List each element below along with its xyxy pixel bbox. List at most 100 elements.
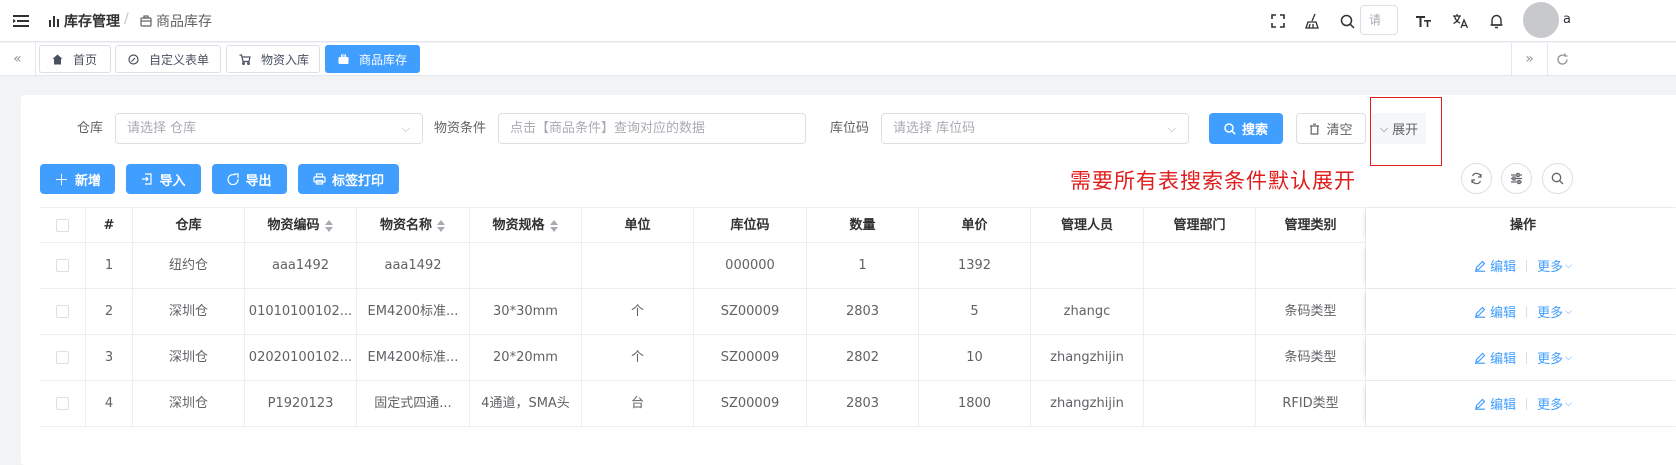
sort-icon[interactable]	[324, 219, 334, 232]
import-button[interactable]: 导入	[126, 164, 201, 194]
search-button[interactable]: 搜索	[1209, 113, 1283, 144]
export-button[interactable]: 导出	[212, 164, 287, 194]
more-action[interactable]: 更多 ⌵	[1537, 394, 1572, 413]
more-action[interactable]: 更多 ⌵	[1537, 302, 1572, 321]
chevron-down-icon: ⌵	[1565, 260, 1572, 271]
row-checkbox[interactable]	[56, 351, 69, 364]
refresh-table-button[interactable]	[1461, 163, 1492, 194]
import-icon	[142, 173, 153, 185]
annotation-highlight-box	[1370, 97, 1442, 166]
edit-action[interactable]: 编辑	[1474, 256, 1516, 275]
bell-icon[interactable]	[1486, 11, 1506, 31]
search-icon[interactable]	[1337, 11, 1357, 31]
action-divider	[1526, 351, 1528, 364]
table-row[interactable]: 1 纽约仓 aaa1492 aaa1492 000000 1 1392 编辑 更多 ⌵	[40, 243, 1676, 289]
trash-icon	[1310, 123, 1320, 135]
col-header-label: 物资规格	[492, 218, 545, 233]
broom-icon[interactable]	[1303, 11, 1323, 31]
refresh-tabs-icon[interactable]	[1547, 43, 1577, 75]
username[interactable]: a	[1563, 12, 1571, 27]
col-header-code[interactable]: 物资编码	[245, 208, 357, 243]
edit-action[interactable]: 编辑	[1474, 348, 1516, 367]
header-search-input[interactable]: 请	[1360, 5, 1398, 35]
search-icon	[1224, 122, 1236, 135]
cell-spec	[470, 243, 582, 288]
toggle-search-button[interactable]	[1542, 163, 1573, 194]
location-select[interactable]: 请选择 库位码 ⌵	[881, 113, 1189, 144]
edit-icon	[1475, 398, 1486, 410]
cell-index: 3	[86, 335, 133, 380]
sort-icon[interactable]	[549, 219, 559, 232]
col-header-manager: 管理人员	[1031, 208, 1144, 243]
more-label: 更多	[1537, 306, 1564, 321]
chevron-down-icon: ⌵	[1565, 306, 1572, 317]
edit-icon	[1475, 352, 1486, 364]
add-button[interactable]: ＋ 新增	[40, 164, 115, 194]
edit-label: 编辑	[1490, 398, 1517, 413]
material-condition-input[interactable]: 点击【商品条件】查询对应的数据	[498, 113, 806, 144]
fullscreen-icon[interactable]	[1268, 11, 1288, 31]
table-row[interactable]: 3 深圳仓 02020100102... EM4200标准... 20*20mm 个 SZ0…	[40, 335, 1676, 381]
row-checkbox[interactable]	[56, 305, 69, 318]
material-placeholder: 点击【商品条件】查询对应的数据	[510, 121, 706, 136]
font-size-icon[interactable]	[1414, 11, 1434, 31]
col-header-actions: 操作	[1366, 208, 1676, 243]
table-row[interactable]: 2 深圳仓 01010100102... EM4200标准... 30*30mm 个 SZ0…	[40, 289, 1676, 335]
translate-icon[interactable]	[1450, 11, 1470, 31]
cell-code: aaa1492	[245, 243, 357, 288]
row-checkbox[interactable]	[56, 397, 69, 410]
edit-action[interactable]: 编辑	[1474, 302, 1516, 321]
sort-icon[interactable]	[436, 219, 446, 232]
warehouse-label: 仓库	[77, 121, 104, 136]
tabs-scroll-right-icon[interactable]: »	[1511, 43, 1547, 75]
cell-warehouse: 纽约仓	[133, 243, 245, 288]
print-label-button[interactable]: 标签打印	[298, 164, 399, 194]
tab-product-inventory[interactable]: 商品库存	[325, 45, 420, 73]
edit-icon	[1475, 260, 1486, 272]
more-action[interactable]: 更多 ⌵	[1537, 348, 1572, 367]
tab-label: 自定义表单	[149, 52, 210, 67]
cell-quantity: 2802	[807, 335, 919, 380]
tab-label: 商品库存	[359, 52, 408, 67]
cell-department	[1144, 335, 1256, 380]
table-row[interactable]: 4 深圳仓 P1920123 固定式四通... 4通道，SMA头台 SZ00009 2803…	[40, 381, 1676, 427]
search-icon	[1551, 172, 1564, 185]
top-header: 库存管理 / 商品库存 请 a	[0, 0, 1676, 42]
export-button-label: 导出	[245, 173, 272, 189]
home-icon	[52, 54, 63, 64]
col-header-spec[interactable]: 物资规格	[470, 208, 582, 243]
edit-action[interactable]: 编辑	[1474, 394, 1516, 413]
avatar[interactable]	[1523, 2, 1559, 38]
col-header-name[interactable]: 物资名称	[357, 208, 470, 243]
action-divider	[1526, 397, 1528, 410]
bar-chart-icon	[49, 16, 59, 27]
tab-material-inbound[interactable]: 物资入库	[226, 45, 320, 73]
cell-actions: 编辑 更多 ⌵	[1366, 381, 1676, 426]
clear-button-label: 清空	[1326, 123, 1353, 138]
breadcrumb-inventory[interactable]: 库存管理	[48, 11, 120, 31]
more-label: 更多	[1537, 398, 1564, 413]
cell-category: 条码类型	[1256, 335, 1366, 380]
clear-button[interactable]: 清空	[1296, 113, 1366, 144]
col-header-category: 管理类别	[1256, 208, 1366, 243]
cell-unit: 个	[582, 289, 694, 334]
edit-label: 编辑	[1490, 306, 1517, 321]
col-header-department: 管理部门	[1144, 208, 1256, 243]
sliders-icon	[1511, 172, 1522, 185]
chevron-down-icon: ⌵	[1167, 122, 1176, 135]
select-all-checkbox[interactable]	[56, 219, 69, 232]
tab-home[interactable]: 首页	[39, 45, 111, 73]
menu-toggle-icon[interactable]	[12, 12, 30, 30]
col-header-price: 单价	[919, 208, 1031, 243]
warehouse-select[interactable]: 请选择 仓库 ⌵	[115, 113, 423, 144]
location-label: 库位码	[830, 121, 870, 136]
more-action[interactable]: 更多 ⌵	[1537, 256, 1572, 275]
cell-actions: 编辑 更多 ⌵	[1366, 289, 1676, 334]
breadcrumb-separator: /	[124, 11, 129, 27]
row-checkbox[interactable]	[56, 259, 69, 272]
tab-custom-form[interactable]: 自定义表单	[115, 45, 221, 73]
column-settings-button[interactable]	[1501, 163, 1532, 194]
tabs-scroll-left-icon[interactable]: «	[0, 43, 36, 75]
material-label: 物资条件	[434, 121, 487, 136]
more-label: 更多	[1537, 352, 1564, 367]
